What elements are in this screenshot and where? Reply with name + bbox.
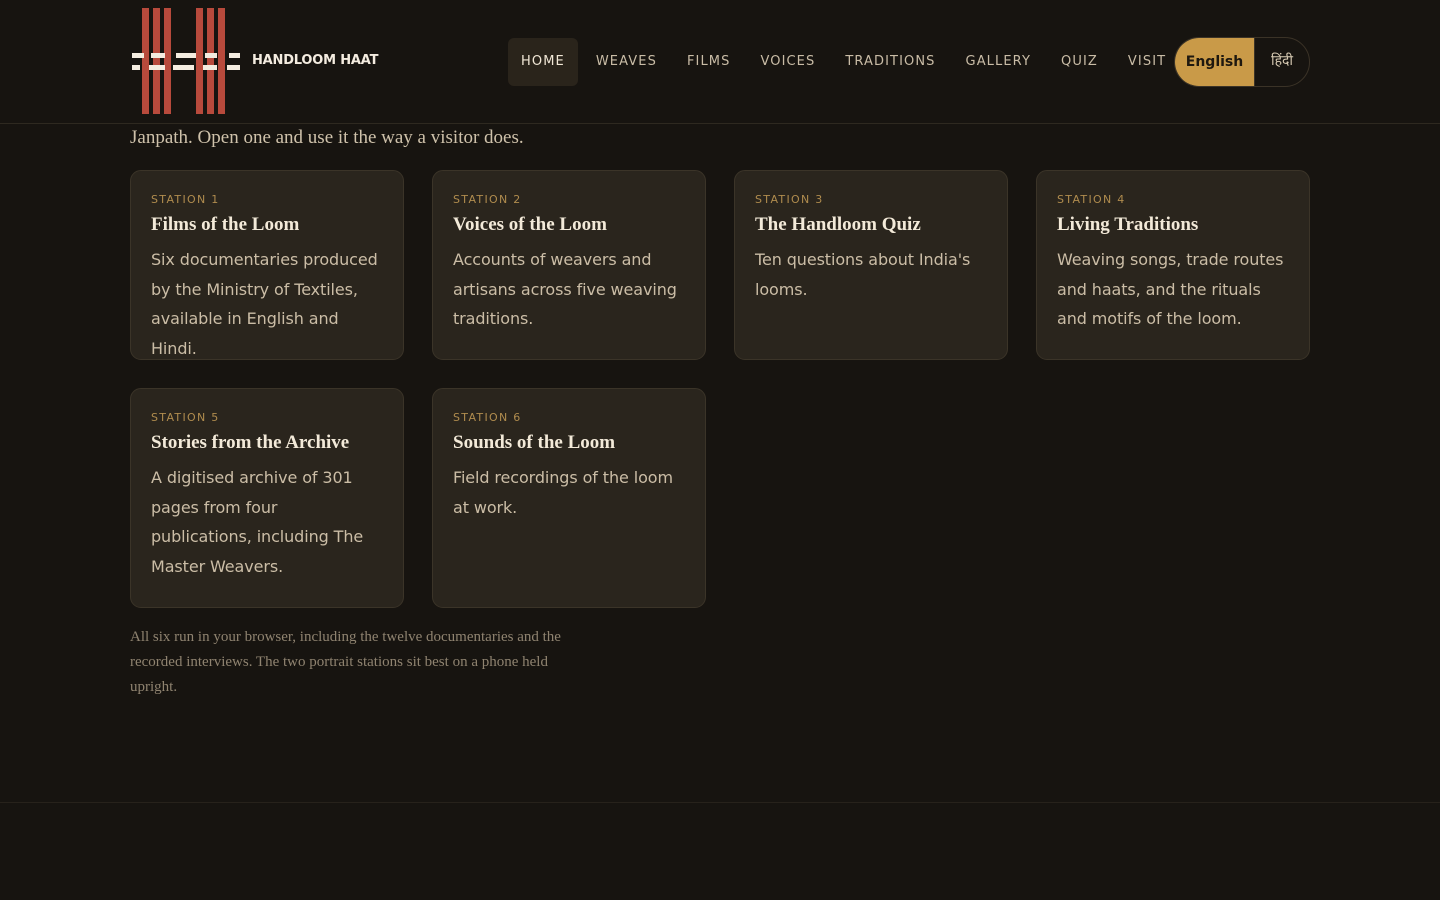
- browser-note: All six run in your browser, including t…: [130, 629, 561, 695]
- station-label: STATION 2: [453, 193, 522, 206]
- nav-home[interactable]: HOME: [508, 38, 578, 86]
- main-nav: HOME WEAVES FILMS VOICES TRADITIONS GALL…: [508, 38, 1181, 86]
- language-hindi-button[interactable]: हिंदी: [1255, 38, 1309, 86]
- station-label: STATION 5: [151, 411, 220, 424]
- nav-weaves[interactable]: WEAVES: [581, 38, 672, 86]
- station-description: Accounts of weavers and artisans across …: [453, 250, 677, 329]
- station-label: STATION 1: [151, 193, 220, 206]
- station-card-archive[interactable]: STATION 5 Stories from the Archive A dig…: [130, 388, 404, 608]
- station-title: Living Traditions: [1057, 214, 1199, 235]
- station-description: Ten questions about India's looms.: [755, 250, 971, 299]
- station-description: A digitised archive of 301 pages from fo…: [151, 468, 364, 576]
- nav-quiz[interactable]: QUIZ: [1046, 38, 1113, 86]
- station-description: Weaving songs, trade routes and haats, a…: [1057, 250, 1284, 329]
- station-title: Voices of the Loom: [453, 214, 607, 235]
- brand-name[interactable]: HANDLOOM HAAT: [252, 53, 378, 68]
- station-description: Six documentaries produced by the Minist…: [151, 250, 378, 358]
- station-label: STATION 6: [453, 411, 522, 424]
- station-title: The Handloom Quiz: [755, 214, 921, 235]
- nav-traditions[interactable]: TRADITIONS: [830, 38, 950, 86]
- nav-voices[interactable]: VOICES: [745, 38, 830, 86]
- station-title: Stories from the Archive: [151, 432, 350, 453]
- footer-divider: [0, 802, 1440, 803]
- language-english-button[interactable]: English: [1175, 38, 1255, 86]
- station-title: Sounds of the Loom: [453, 432, 616, 453]
- station-title: Films of the Loom: [151, 214, 300, 235]
- station-label: STATION 3: [755, 193, 824, 206]
- language-toggle: English हिंदी: [1174, 37, 1310, 87]
- site-header: HANDLOOM HAAT HOME WEAVES FILMS VOICES T…: [0, 0, 1440, 124]
- nav-films[interactable]: FILMS: [672, 38, 746, 86]
- station-card-sounds[interactable]: STATION 6 Sounds of the Loom Field recor…: [432, 388, 706, 608]
- station-card-traditions[interactable]: STATION 4 Living Traditions Weaving song…: [1036, 170, 1310, 360]
- station-card-voices[interactable]: STATION 2 Voices of the Loom Accounts of…: [432, 170, 706, 360]
- station-description: Field recordings of the loom at work.: [453, 468, 673, 517]
- station-card-films[interactable]: STATION 1 Films of the Loom Six document…: [130, 170, 404, 360]
- station-label: STATION 4: [1057, 193, 1126, 206]
- station-card-quiz[interactable]: STATION 3 The Handloom Quiz Ten question…: [734, 170, 1008, 360]
- intro-text: Janpath. Open one and use it the way a v…: [130, 127, 524, 148]
- handloom-logo-icon[interactable]: [132, 8, 240, 114]
- nav-gallery[interactable]: GALLERY: [951, 38, 1047, 86]
- nav-visit[interactable]: VISIT: [1113, 38, 1181, 86]
